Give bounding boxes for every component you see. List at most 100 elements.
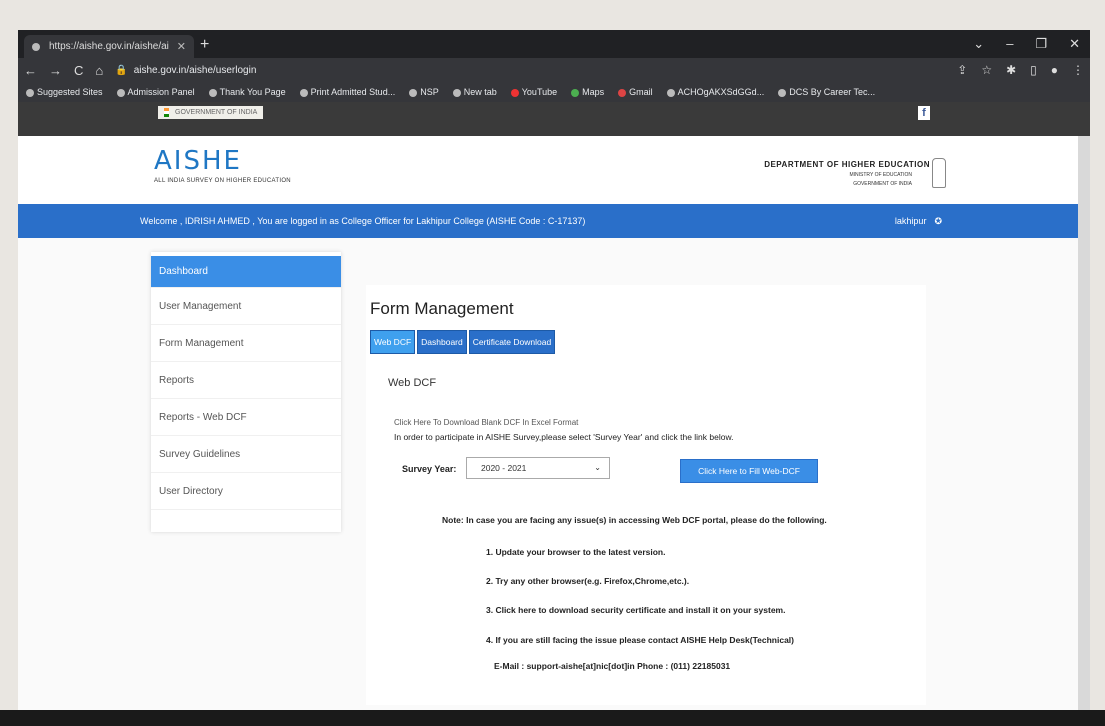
back-icon[interactable]: ←	[24, 63, 37, 78]
ministry-text: MINISTRY OF EDUCATION	[849, 172, 912, 178]
youtube-icon	[510, 88, 519, 97]
bookmark-label: Suggested Sites	[37, 87, 103, 97]
survey-year-label: Survey Year:	[402, 464, 457, 474]
bookmark-label: Print Admitted Stud...	[310, 87, 396, 97]
close-window-icon[interactable]: ✕	[1069, 36, 1080, 52]
facebook-icon[interactable]: f	[918, 106, 930, 120]
note-text: Note: In case you are facing any issue(s…	[442, 515, 827, 525]
bookmark-item[interactable]: YouTube	[510, 87, 558, 97]
logo-subtitle: ALL INDIA SURVEY ON HIGHER EDUCATION	[154, 178, 291, 184]
government-strip: GOVERNMENT OF INDIA f	[18, 102, 1090, 136]
bookmark-item[interactable]: Thank You Page	[208, 87, 286, 97]
forward-icon[interactable]: →	[49, 63, 62, 78]
bookmark-label: ACHOgAKXSdGGd...	[677, 87, 765, 97]
toolbar-actions: ⇪ ☆ ✱ ▯ ● ⋮	[957, 63, 1084, 77]
sidebar-item-form-management[interactable]: Form Management	[151, 325, 341, 362]
apps-icon	[26, 88, 34, 97]
sidebar-item-user-management[interactable]: User Management	[151, 288, 341, 325]
globe-icon	[452, 88, 461, 97]
section-heading: Web DCF	[388, 377, 437, 389]
step-item: 1. Update your browser to the latest ver…	[486, 547, 666, 557]
sidebar-item-dashboard[interactable]: Dashboard	[151, 256, 341, 288]
welcome-bar: Welcome , IDRISH AHMED , You are logged …	[18, 204, 1090, 238]
tab-web-dcf[interactable]: Web DCF	[370, 330, 416, 354]
address-bar: ← → C ⌂ 🔒 aishe.gov.in/aishe/userlogin ⇪…	[18, 58, 1090, 82]
tab-dashboard[interactable]: Dashboard	[417, 330, 467, 354]
instruction-text: In order to participate in AISHE Survey,…	[394, 432, 734, 442]
bookmark-label: DCS By Career Tec...	[789, 87, 876, 97]
bookmark-item[interactable]: Suggested Sites	[26, 87, 103, 97]
step-item: 2. Try any other browser(e.g. Firefox,Ch…	[486, 576, 690, 586]
page-title: Form Management	[370, 299, 514, 318]
profile-avatar-icon[interactable]: ●	[1051, 63, 1058, 77]
settings-icon[interactable]: ✪	[934, 216, 942, 227]
url-text: aishe.gov.in/aishe/userlogin	[133, 64, 257, 76]
bookmark-item[interactable]: New tab	[452, 87, 497, 97]
sidebar-item-reports-web-dcf[interactable]: Reports - Web DCF	[151, 399, 341, 436]
star-icon[interactable]: ☆	[981, 63, 992, 77]
welcome-text: Welcome , IDRISH AHMED , You are logged …	[140, 216, 586, 226]
bookmark-label: Gmail	[629, 87, 653, 97]
share-icon[interactable]: ⇪	[957, 63, 967, 77]
location-label: lakhipur	[894, 216, 927, 226]
bookmark-item[interactable]: Admission Panel	[116, 87, 195, 97]
browser-tab[interactable]: https://aishe.gov.in/aishe/aishe/login ✕	[24, 35, 194, 58]
tab-certificate-download[interactable]: Certificate Download	[468, 330, 556, 354]
bookmark-item[interactable]: Maps	[571, 87, 604, 97]
close-tab-icon[interactable]: ✕	[177, 40, 186, 53]
sidepanel-icon[interactable]: ▯	[1030, 63, 1037, 77]
home-icon[interactable]: ⌂	[95, 63, 103, 78]
tab-bar: https://aishe.gov.in/aishe/aishe/login ✕…	[18, 30, 1090, 58]
download-certificate-link[interactable]: 3. Click here to download security certi…	[486, 605, 785, 615]
government-text: GOVERNMENT OF INDIA	[853, 181, 912, 187]
url-field[interactable]: 🔒 aishe.gov.in/aishe/userlogin	[115, 65, 256, 76]
bookmark-item[interactable]: NSP	[409, 87, 439, 97]
minimize-icon[interactable]: –	[1006, 36, 1013, 52]
contact-info: E-Mail : support-aishe[at]nic[dot]in Pho…	[494, 661, 731, 671]
bookmark-label: New tab	[463, 87, 497, 97]
globe-icon	[778, 88, 787, 97]
bookmark-item[interactable]: Gmail	[618, 87, 653, 97]
user-location[interactable]: lakhipur ✪	[895, 216, 942, 227]
main-panel: Form Management Web DCF Dashboard Certif…	[366, 285, 926, 705]
fill-web-dcf-button[interactable]: Click Here to Fill Web-DCF	[680, 459, 818, 483]
sidebar-item-reports[interactable]: Reports	[151, 362, 341, 399]
tab-title: https://aishe.gov.in/aishe/aishe/login	[49, 41, 169, 52]
scrollbar[interactable]	[1078, 136, 1090, 710]
survey-year-select[interactable]: 2020 - 2021 ⌄	[466, 457, 610, 479]
bookmark-item[interactable]: ACHOgAKXSdGGd...	[666, 87, 765, 97]
globe-icon	[409, 88, 418, 97]
gov-label-text: GOVERNMENT OF INDIA	[175, 109, 258, 116]
bookmark-label: Thank You Page	[219, 87, 286, 97]
step-item: 4. If you are still facing the issue ple…	[486, 635, 794, 645]
maps-icon	[571, 88, 580, 97]
reload-icon[interactable]: C	[74, 63, 83, 78]
form-tabs: Web DCF Dashboard Certificate Download	[370, 330, 556, 354]
maximize-icon[interactable]: ❐	[1035, 36, 1047, 52]
gov-label: GOVERNMENT OF INDIA	[158, 106, 264, 119]
globe-icon	[299, 88, 308, 97]
globe-icon	[666, 88, 675, 97]
taskbar-edge	[0, 710, 1105, 726]
bookmarks-bar: Suggested Sites Admission Panel Thank Yo…	[18, 82, 1090, 102]
bookmark-item[interactable]: Print Admitted Stud...	[299, 87, 396, 97]
extensions-icon[interactable]: ✱	[1006, 63, 1016, 77]
india-flag-icon	[164, 108, 169, 117]
bookmark-label: NSP	[420, 87, 439, 97]
sidebar-item-survey-guidelines[interactable]: Survey Guidelines	[151, 436, 341, 473]
window-controls: ⌄ – ❐ ✕	[973, 36, 1080, 52]
bookmark-item[interactable]: DCS By Career Tec...	[778, 87, 875, 97]
site-header: AISHE ALL INDIA SURVEY ON HIGHER EDUCATI…	[18, 136, 1090, 204]
bookmark-label: Maps	[582, 87, 605, 97]
gmail-icon	[618, 88, 627, 97]
sidebar: Dashboard User Management Form Managemen…	[151, 252, 341, 532]
new-tab-icon[interactable]: +	[200, 36, 209, 54]
chevron-down-icon[interactable]: ⌄	[973, 36, 984, 52]
survey-year-value: 2020 - 2021	[481, 463, 527, 473]
site-favicon-icon	[32, 42, 40, 51]
menu-icon[interactable]: ⋮	[1072, 63, 1084, 77]
bookmark-label: YouTube	[521, 87, 558, 97]
download-blank-dcf-link[interactable]: Click Here To Download Blank DCF In Exce…	[394, 418, 578, 427]
aishe-logo[interactable]: AISHE	[154, 146, 242, 176]
sidebar-item-user-directory[interactable]: User Directory	[151, 473, 341, 510]
